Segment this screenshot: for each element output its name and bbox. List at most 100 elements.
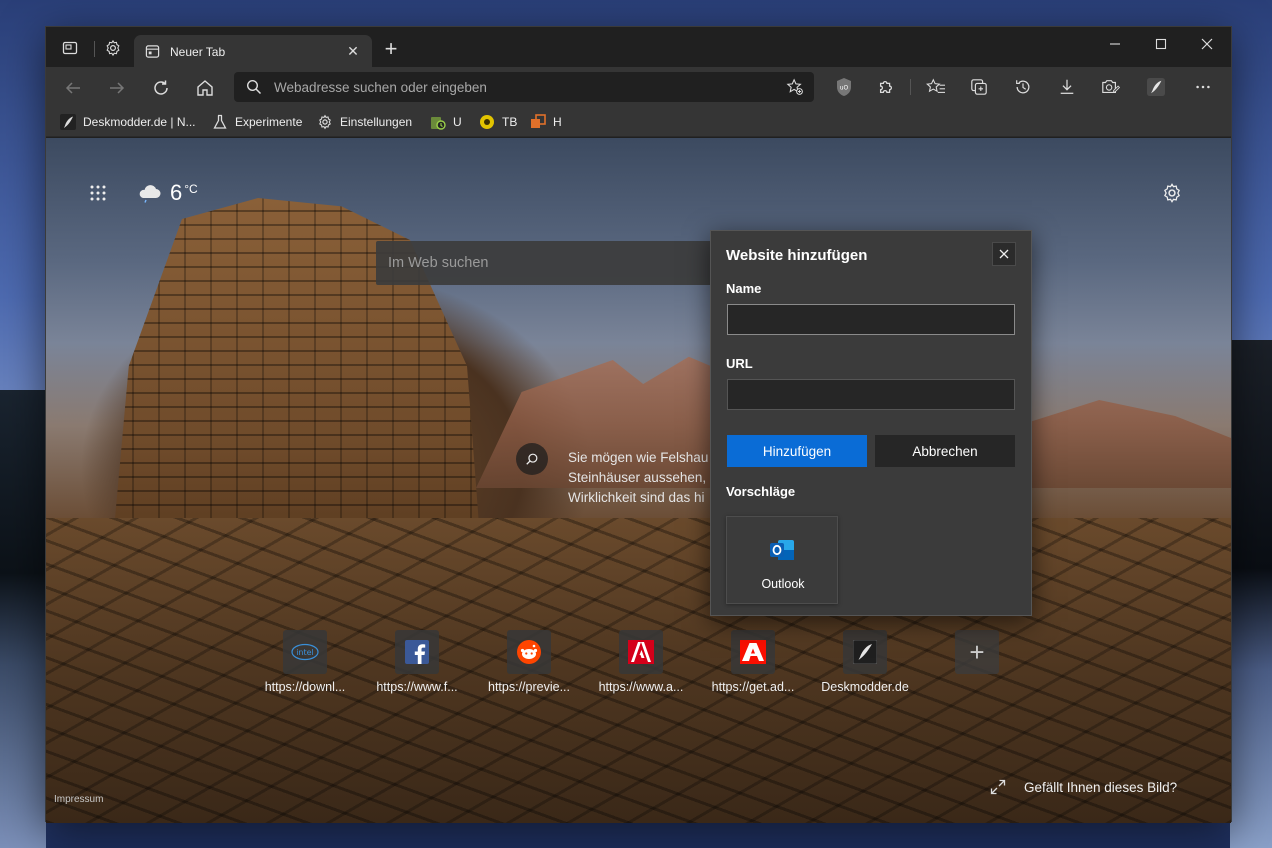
address-input[interactable] bbox=[274, 72, 764, 102]
caption-line: Steinhäuser aussehen, bbox=[568, 470, 707, 485]
bookmark-label: TB bbox=[502, 115, 518, 129]
browser-window: Neuer Tab ✕ + Webadresse suchen oder ein… bbox=[45, 26, 1232, 823]
refresh-icon[interactable] bbox=[148, 75, 174, 101]
url-label: URL bbox=[726, 356, 753, 371]
u-icon bbox=[430, 114, 446, 130]
gear-icon[interactable] bbox=[102, 37, 124, 59]
flask-icon bbox=[212, 114, 228, 130]
home-icon[interactable] bbox=[192, 75, 218, 101]
caption-line: Sie mögen wie Felshau bbox=[568, 450, 709, 465]
page-settings-gear-icon[interactable] bbox=[1161, 182, 1183, 204]
favorites-icon[interactable] bbox=[925, 76, 947, 98]
history-icon[interactable] bbox=[1012, 76, 1034, 98]
bookmark-label: Einstellungen bbox=[340, 115, 413, 129]
add-website-dialog: Website hinzufügen Name URL Hinzufügen A… bbox=[710, 230, 1032, 616]
extensions-puzzle-icon[interactable] bbox=[875, 76, 897, 98]
address-bar[interactable] bbox=[234, 72, 814, 102]
bookmark-label: Deskmodder.de | N... bbox=[83, 115, 196, 129]
maximize-icon[interactable] bbox=[1138, 31, 1184, 57]
bookmark-label: Experimente bbox=[235, 115, 303, 129]
tab-neuer-tab[interactable]: Neuer Tab ✕ bbox=[134, 35, 372, 68]
dialog-title: Website hinzufügen bbox=[726, 247, 868, 264]
image-search-magnifier-icon[interactable] bbox=[516, 443, 548, 475]
ublock-shield-icon[interactable]: uO bbox=[833, 76, 855, 98]
expand-image-icon[interactable] bbox=[990, 779, 1008, 797]
web-capture-icon[interactable] bbox=[1099, 76, 1121, 98]
like-image-link[interactable]: Gefällt Ihnen dieses Bild? bbox=[1024, 780, 1177, 795]
h-icon bbox=[530, 114, 546, 130]
back-arrow-icon[interactable] bbox=[60, 75, 86, 101]
cloud-rain-icon bbox=[136, 183, 162, 203]
close-window-icon[interactable] bbox=[1184, 31, 1230, 57]
tb-icon bbox=[479, 114, 495, 130]
quick-link-label: https://get.ad... bbox=[711, 680, 795, 694]
name-label: Name bbox=[726, 281, 762, 296]
bookmark-u[interactable]: U bbox=[430, 113, 462, 131]
impressum-link[interactable]: Impressum bbox=[54, 794, 103, 805]
quick-link-tile[interactable]: https://www.a... bbox=[597, 628, 683, 698]
add-favorite-star-icon[interactable] bbox=[786, 78, 804, 96]
web-search-input[interactable] bbox=[376, 241, 716, 285]
bookmark-einstellungen[interactable]: Einstellungen bbox=[317, 113, 412, 131]
new-tab-button[interactable]: + bbox=[380, 38, 402, 61]
desktop-background-right bbox=[1230, 340, 1272, 848]
quick-link-tile[interactable]: https://previe... bbox=[485, 628, 570, 698]
title-separator bbox=[94, 41, 95, 57]
add-quick-link-button[interactable]: + bbox=[955, 630, 999, 674]
quill-icon bbox=[60, 114, 76, 130]
adobe-icon bbox=[619, 630, 663, 674]
cancel-button[interactable]: Abbrechen bbox=[875, 435, 1015, 467]
bookmark-label: H bbox=[553, 115, 562, 129]
desktop-background-left bbox=[0, 390, 46, 848]
close-icon[interactable] bbox=[992, 242, 1016, 266]
minimize-icon[interactable] bbox=[1092, 31, 1138, 57]
image-caption[interactable]: Sie mögen wie Felshau Steinhäuser ausseh… bbox=[568, 448, 718, 508]
new-tab-page: 6 °C Sie mögen wie Felshau Steinhäuser a… bbox=[46, 138, 1231, 823]
url-field[interactable] bbox=[727, 379, 1015, 410]
collections-icon[interactable] bbox=[968, 76, 990, 98]
caption-line: Wirklichkeit sind das hi bbox=[568, 490, 705, 505]
title-bar: Neuer Tab ✕ + bbox=[46, 27, 1231, 68]
tab-actions-icon[interactable] bbox=[59, 37, 81, 59]
weather-widget[interactable]: 6 °C bbox=[136, 180, 198, 206]
gear-icon bbox=[317, 114, 333, 130]
suggestion-outlook[interactable]: Outlook bbox=[726, 516, 838, 604]
more-options-icon[interactable] bbox=[1192, 76, 1214, 98]
quick-link-tile[interactable]: Deskmodder.de bbox=[821, 628, 909, 698]
bookmark-experimente[interactable]: Experimente bbox=[212, 113, 302, 131]
app-launcher-grid-icon[interactable] bbox=[88, 183, 108, 203]
quick-link-label: https://downl... bbox=[264, 680, 346, 694]
quick-link-label: https://www.a... bbox=[598, 680, 684, 694]
outlook-icon bbox=[769, 537, 795, 563]
quill-icon bbox=[843, 630, 887, 674]
new-tab-page-icon bbox=[144, 44, 160, 60]
close-tab-icon[interactable]: ✕ bbox=[344, 43, 362, 60]
intel-icon: intel bbox=[283, 630, 327, 674]
facebook-icon bbox=[395, 630, 439, 674]
forward-arrow-icon[interactable] bbox=[104, 75, 130, 101]
quick-link-tile[interactable]: intel https://downl... bbox=[261, 628, 345, 698]
name-field[interactable] bbox=[727, 304, 1015, 335]
search-icon bbox=[246, 79, 262, 95]
quick-link-label: Deskmodder.de bbox=[821, 680, 909, 694]
add-button[interactable]: Hinzufügen bbox=[727, 435, 867, 467]
quick-link-tile[interactable]: https://www.f... bbox=[373, 628, 458, 698]
adobe-icon bbox=[731, 630, 775, 674]
bookmark-label: U bbox=[453, 115, 462, 129]
quick-link-tile[interactable]: https://get.ad... bbox=[709, 628, 794, 698]
suggestions-label: Vorschläge bbox=[726, 484, 796, 499]
deskmodder-quill-icon[interactable] bbox=[1145, 76, 1167, 98]
bookmark-h[interactable]: H bbox=[530, 113, 562, 131]
reddit-icon bbox=[507, 630, 551, 674]
weather-temperature: 6 bbox=[170, 180, 183, 205]
bookmark-deskmodder[interactable]: Deskmodder.de | N... bbox=[60, 113, 196, 131]
tab-title: Neuer Tab bbox=[170, 44, 226, 59]
web-search-box[interactable] bbox=[376, 241, 716, 285]
svg-text:uO: uO bbox=[840, 85, 849, 92]
bookmark-tb[interactable]: TB bbox=[479, 113, 517, 131]
quick-link-label: https://previe... bbox=[488, 680, 570, 694]
weather-unit: °C bbox=[184, 182, 198, 196]
downloads-icon[interactable] bbox=[1056, 76, 1078, 98]
favorites-bar: Deskmodder.de | N... Experimente Einstel… bbox=[46, 107, 1231, 137]
quick-link-label: https://www.f... bbox=[376, 680, 458, 694]
